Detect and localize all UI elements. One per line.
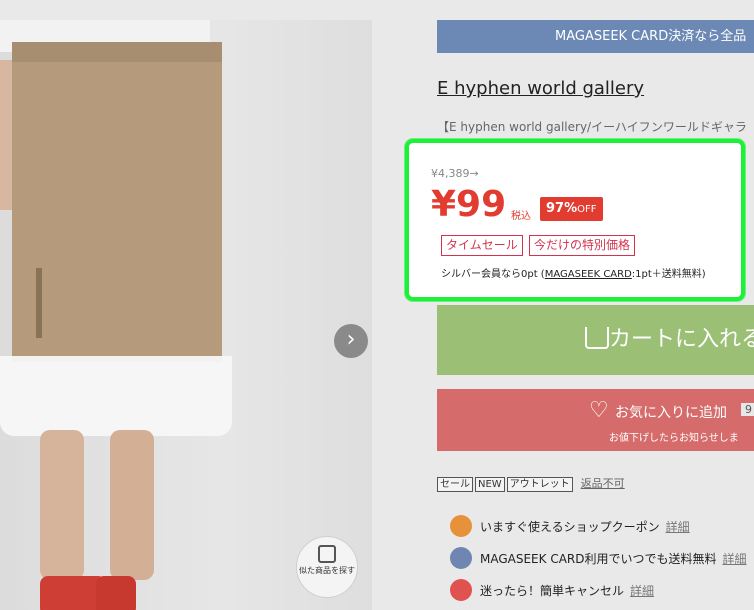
heart-icon: ♡ (589, 398, 609, 423)
tag-outlet: アウトレット (506, 477, 573, 492)
special-price-tag: 今だけの特別価格 (529, 235, 636, 256)
add-to-favorites-button[interactable]: ♡ お気に入りに追加 9 お値下げしたらお知らせしま (437, 389, 754, 451)
cancel-detail-link[interactable]: 詳細 (630, 584, 654, 598)
next-image-button[interactable]: › (334, 324, 368, 358)
original-price: ¥4,389→ (431, 167, 479, 180)
coupon-icon (450, 515, 472, 537)
shipping-detail-link[interactable]: 詳細 (723, 552, 747, 566)
favorite-count: 9 (741, 403, 754, 416)
tax-label: 税込 (511, 211, 531, 222)
card-icon (450, 547, 472, 569)
product-page: › 似た商品を探す MAGASEEK CARD決済なら全品 E hyphen w… (0, 0, 754, 610)
cancel-icon (450, 579, 472, 601)
tag-new: NEW (475, 477, 505, 492)
magaseek-card-link[interactable]: MAGASEEK CARD (545, 269, 632, 280)
add-to-cart-button[interactable]: カートに入れる (437, 305, 754, 375)
product-tags: セール NEW アウトレット 返品不可 (437, 472, 625, 492)
find-similar-label: 似た商品を探す (299, 566, 355, 575)
timesale-tag: タイムセール (441, 235, 523, 256)
brand-link[interactable]: E hyphen world gallery (437, 78, 644, 99)
points-info: シルバー会員なら0pt (MAGASEEK CARD:1pt＋送料無料) (441, 269, 706, 280)
find-similar-button[interactable]: 似た商品を探す (296, 536, 358, 598)
shirt-search-icon (318, 545, 336, 563)
sale-price: ¥99 (431, 184, 507, 225)
product-subtitle: 【E hyphen world gallery/イーハイフンワールドギャラ (437, 120, 747, 134)
chevron-right-icon: › (346, 327, 356, 352)
cart-icon (585, 327, 609, 349)
tag-sale: セール (437, 477, 473, 492)
discount-badge: 97%OFF (540, 197, 603, 221)
price-panel: ¥4,389→ ¥99 税込 97%OFF タイムセール 今だけの特別価格 シル… (405, 139, 745, 301)
card-promo-banner[interactable]: MAGASEEK CARD決済なら全品 (437, 20, 754, 53)
product-image[interactable] (0, 20, 372, 610)
coupon-detail-link[interactable]: 詳細 (666, 520, 690, 534)
no-return-link[interactable]: 返品不可 (581, 475, 625, 491)
